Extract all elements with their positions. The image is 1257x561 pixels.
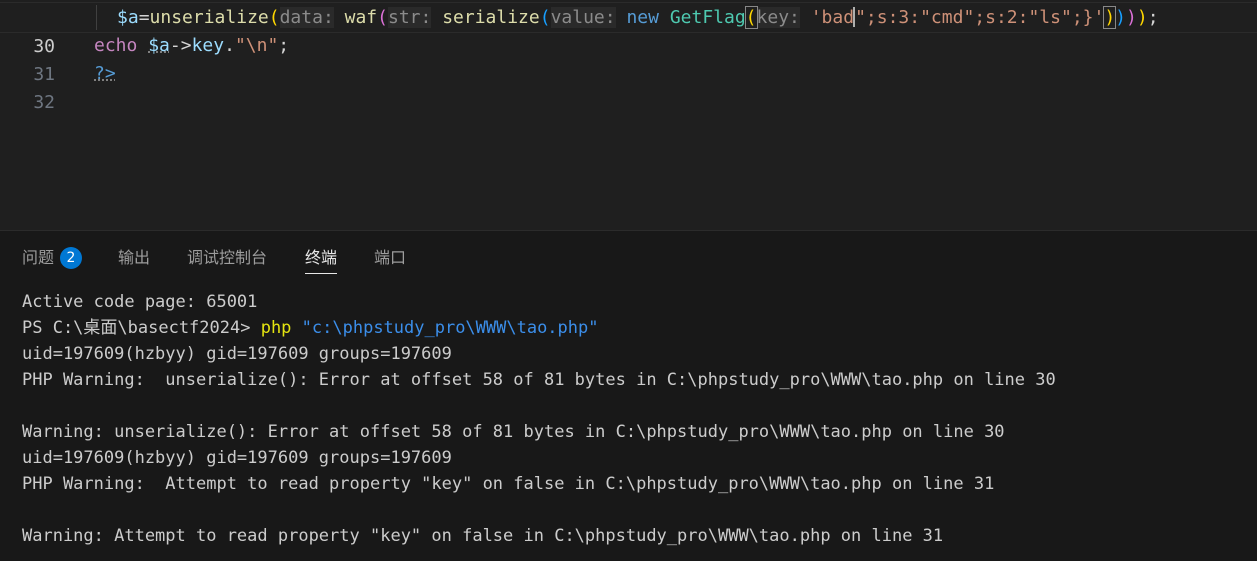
- tab-terminal[interactable]: 终端: [305, 245, 338, 274]
- property-token: key: [191, 35, 225, 56]
- tab-debug-console[interactable]: 调试控制台: [187, 245, 267, 273]
- tab-label: 调试控制台: [187, 248, 268, 267]
- tab-output[interactable]: 输出: [118, 245, 150, 273]
- php-close-tag-token: ?>: [94, 63, 116, 84]
- line-number: 32: [33, 92, 55, 113]
- bracket-token: ): [1103, 6, 1117, 29]
- bracket-token: (: [377, 7, 388, 28]
- code-line-30[interactable]: 30 $a=unserialize(data: waf(str: seriali…: [0, 2, 1257, 57]
- function-token: serialize: [442, 7, 540, 28]
- terminal-line: uid=197609(hzbyy) gid=197609 groups=1976…: [22, 344, 452, 364]
- problems-count-badge: 2: [60, 247, 83, 269]
- terminal-line: Warning: Attempt to read property "key" …: [22, 526, 944, 546]
- terminal-output[interactable]: Active code page: 65001 PS C:\桌面\basectf…: [22, 289, 1242, 549]
- function-token: unserialize: [149, 7, 269, 28]
- bracket-token: ): [1136, 7, 1148, 28]
- bottom-panel: 问题 2 输出 调试控制台 终端 端口 Active code page: 650…: [0, 230, 1257, 561]
- terminal-line: PHP Warning: unserialize(): Error at off…: [22, 370, 1056, 390]
- variable-token: $a: [117, 7, 139, 28]
- terminal-argument: "c:\phpstudy_pro\WWW\tao.php": [301, 318, 599, 338]
- inlay-hint: data:: [279, 7, 334, 28]
- code-content[interactable]: ?>: [94, 59, 116, 88]
- inlay-hint: key:: [756, 7, 800, 28]
- tab-label: 终端: [305, 248, 338, 267]
- keyword-token: new: [626, 7, 659, 28]
- terminal-line: Active code page: 65001: [22, 292, 258, 312]
- tab-ports[interactable]: 端口: [374, 245, 406, 273]
- operator-token: .: [224, 35, 235, 56]
- string-token: 'bad: [810, 7, 855, 28]
- code-content[interactable]: echo $a->key."\n";: [94, 31, 289, 60]
- function-token: waf: [344, 7, 378, 28]
- operator-token: ;: [1147, 7, 1159, 28]
- tab-label: 端口: [374, 248, 407, 267]
- bracket-token: (: [268, 7, 280, 28]
- tab-label: 问题: [22, 248, 55, 267]
- code-editor[interactable]: 30 $a=unserialize(data: waf(str: seriali…: [0, 0, 1257, 230]
- string-token: ";s:3:"cmd";s:2:"ls";}': [855, 7, 1105, 28]
- operator-token: =: [138, 7, 150, 28]
- variable-token: $a: [148, 35, 170, 56]
- operator-token: ->: [169, 35, 192, 56]
- terminal-line: PHP Warning: Attempt to read property "k…: [22, 474, 995, 494]
- string-token: "\n": [234, 35, 279, 56]
- code-content[interactable]: $a=unserialize(data: waf(str: serialize(…: [117, 3, 1159, 32]
- terminal-prompt: PS C:\桌面\basectf2024>: [22, 318, 261, 338]
- bracket-token: (: [744, 6, 758, 29]
- tab-problems[interactable]: 问题 2: [22, 245, 83, 273]
- terminal-line: uid=197609(hzbyy) gid=197609 groups=1976…: [22, 448, 452, 468]
- terminal-line: Warning: unserialize(): Error at offset …: [22, 422, 1005, 442]
- keyword-token: echo: [94, 35, 138, 56]
- bracket-token: (: [539, 7, 551, 28]
- inlay-hint: str:: [387, 7, 432, 28]
- tab-label: 输出: [118, 248, 151, 267]
- bracket-token: ): [1115, 7, 1127, 28]
- inlay-hint: value:: [550, 7, 616, 28]
- bracket-token: ): [1126, 7, 1137, 28]
- code-line-31[interactable]: 31 echo $a->key."\n";: [0, 31, 1257, 85]
- code-line-32[interactable]: 32 ?>: [0, 59, 1257, 113]
- class-token: GetFlag: [669, 7, 746, 28]
- terminal-prompt-line: PS C:\桌面\basectf2024> php "c:\phpstudy_p…: [22, 315, 1242, 341]
- indent-guide: [96, 5, 97, 30]
- terminal-command: php: [260, 318, 292, 338]
- operator-token: ;: [278, 35, 290, 56]
